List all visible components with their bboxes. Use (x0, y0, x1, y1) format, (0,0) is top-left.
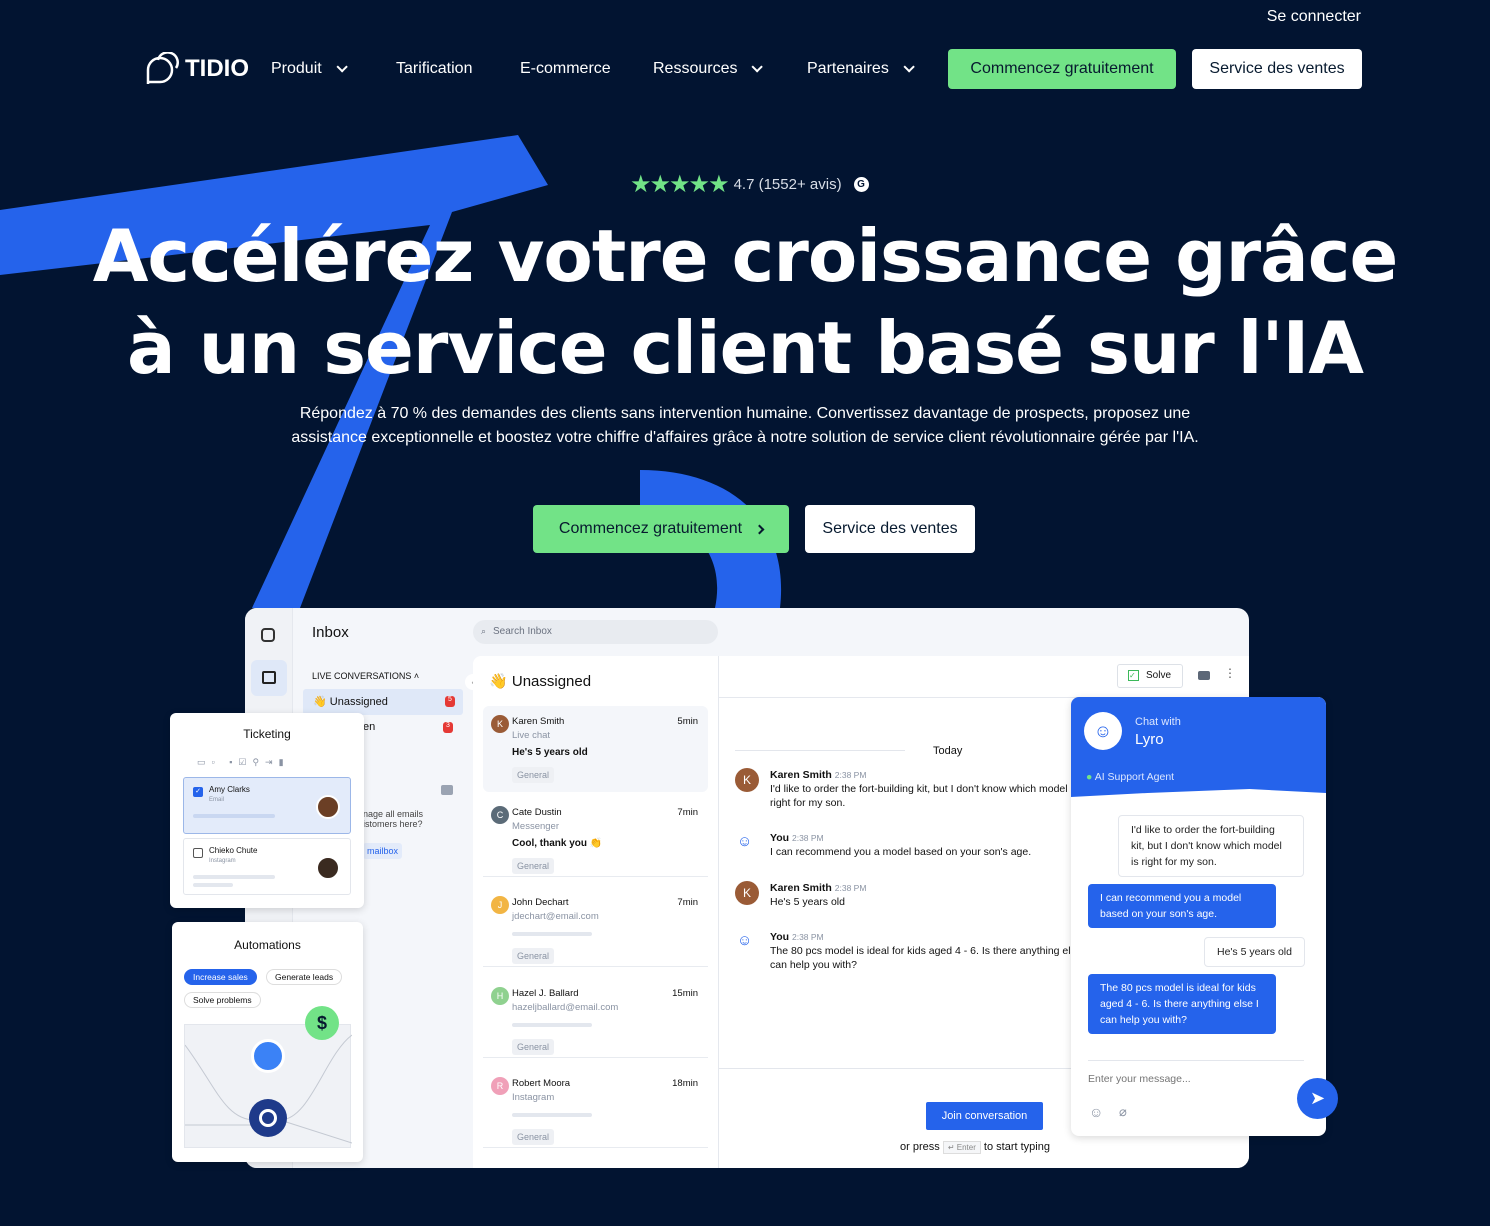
tag: General (512, 1129, 555, 1145)
folder-unassigned[interactable]: 👋 Unassigned 5 (303, 689, 463, 715)
count-badge: 3 (443, 722, 453, 733)
automation-flow (184, 1024, 352, 1148)
solve-button[interactable]: ✓ Solve (1117, 664, 1183, 688)
list-title: 👋 Unassigned (489, 673, 592, 690)
join-conversation-button[interactable]: Join conversation (926, 1102, 1043, 1130)
avatar: J (491, 896, 509, 914)
tidio-logo-icon (146, 52, 179, 84)
lyro-header: ☺ Chat with Lyro ● AI Support Agent (1071, 697, 1326, 797)
nav-ressources[interactable]: Ressources (653, 60, 764, 78)
tag: General (512, 948, 555, 964)
avatar (316, 795, 340, 819)
tag: General (512, 767, 555, 783)
lyro-node-icon (249, 1099, 287, 1137)
rating-text: 4.7 (1552+ avis) (733, 176, 842, 193)
add-mailbox-icon[interactable] (441, 785, 453, 795)
avatar: K (735, 881, 759, 905)
lyro-bot-icon: ☺ (1084, 712, 1122, 750)
avatar: R (491, 1077, 509, 1095)
chat-node-icon (251, 1039, 285, 1073)
conversation-item[interactable]: K Karen Smith 5min Live chat He's 5 year… (483, 706, 708, 792)
attachment-icon[interactable]: ⌀ (1119, 1104, 1127, 1120)
conversation-item[interactable]: R Robert Moora 18min Instagram General (483, 1068, 708, 1148)
conversation-item[interactable]: H Hazel J. Ballard 15min hazeljballard@e… (483, 978, 708, 1058)
chip-solve-problems[interactable]: Solve problems (184, 992, 261, 1008)
lyro-status: ● AI Support Agent (1086, 771, 1175, 783)
chip-increase-sales[interactable]: Increase sales (184, 969, 257, 985)
checkbox-checked[interactable]: ✓ (193, 787, 203, 797)
lyro-chat-widget: ☺ Chat with Lyro ● AI Support Agent I'd … (1071, 697, 1326, 1136)
inbox-icon[interactable] (251, 660, 287, 696)
chip-generate-leads[interactable]: Generate leads (266, 969, 343, 985)
lyro-msg-bot: I can recommend you a model based on you… (1088, 884, 1276, 928)
tag: General (512, 857, 555, 874)
ticket-toolbar[interactable]: ▭▫ ▪☑⚲⇥▮ (197, 757, 290, 768)
nav-tarification[interactable]: Tarification (396, 60, 472, 78)
rating: ★★★★★ 4.7 (1552+ avis) G (630, 170, 869, 199)
day-divider: Today (933, 745, 963, 757)
chevron-right-icon (754, 524, 765, 534)
ticketing-title: Ticketing (243, 727, 291, 741)
avatar: K (735, 768, 759, 792)
lyro-msg-bot: The 80 pcs model is ideal for kids aged … (1088, 974, 1276, 1034)
stars-icon: ★★★★★ (630, 171, 730, 198)
search-input[interactable]: ⌕ Search Inbox (473, 620, 718, 644)
folder-open[interactable]: en (363, 721, 375, 733)
ticketing-card: Ticketing ▭▫ ▪☑⚲⇥▮ ✓ Amy Clarks Email Ch… (170, 713, 364, 908)
automations-title: Automations (234, 938, 301, 952)
nav-sales-button[interactable]: Service des ventes (1192, 49, 1362, 89)
nav-ecommerce[interactable]: E-commerce (520, 60, 611, 78)
nav-partenaires[interactable]: Partenaires (807, 60, 915, 78)
avatar: H (491, 986, 509, 1005)
search-icon: ⌕ (481, 626, 487, 636)
avatar: C (491, 805, 509, 824)
check-icon: ✓ (1128, 670, 1139, 681)
hero-sales-button[interactable]: Service des ventes (805, 505, 975, 553)
conversation-item[interactable]: C Cate Dustin 7min Messenger Cool, thank… (483, 797, 708, 877)
count-badge: 5 (445, 696, 455, 707)
nav-start-free-button[interactable]: Commencez gratuitement (948, 49, 1176, 89)
tag: General (512, 1038, 555, 1055)
conversation-item[interactable]: J John Dechart 7min jdechart@email.com G… (483, 887, 708, 967)
login-link[interactable]: Se connecter (1267, 8, 1361, 26)
lyro-message-input[interactable] (1088, 1073, 1278, 1085)
nav-produit[interactable]: Produit (271, 60, 348, 78)
dollar-icon: $ (305, 1006, 339, 1040)
g2-icon: G (853, 177, 869, 192)
hero-title: Accélérez votre croissance grâce à un ser… (92, 214, 1399, 390)
automations-card: Automations Increase sales Generate lead… (172, 922, 363, 1162)
lyro-msg-user: I'd like to order the fort-building kit,… (1118, 815, 1304, 877)
lyro-msg-user: He's 5 years old (1204, 937, 1305, 967)
enter-key: ↵ Enter (942, 1141, 981, 1154)
section-live-conversations[interactable]: LIVE CONVERSATIONS ˄ (312, 671, 419, 681)
ticket-item[interactable]: ✓ Amy Clarks Email (183, 777, 351, 834)
more-options-icon[interactable]: ⋮ (1224, 666, 1236, 680)
checkbox[interactable] (193, 848, 203, 858)
bot-icon: ☺ (737, 932, 753, 949)
connect-mailbox-button[interactable]: mailbox (363, 843, 403, 859)
inbox-title: Inbox (312, 624, 349, 641)
emoji-icon[interactable]: ☺ (1089, 1104, 1103, 1120)
bot-icon: ☺ (737, 833, 753, 850)
shapes-icon[interactable] (261, 628, 275, 642)
avatar: K (491, 715, 509, 733)
empty-text: nage all emails istomers here? (363, 809, 424, 829)
hero-subtitle: Répondez à 70 % des demandes des clients… (291, 405, 1199, 446)
hero-start-free-button[interactable]: Commencez gratuitement (533, 505, 789, 553)
send-button[interactable]: ➤ (1297, 1078, 1338, 1119)
logo[interactable]: TIDIO (145, 52, 249, 86)
ticket-item[interactable]: Chieko Chute Instagram (183, 838, 351, 895)
press-enter-hint: or press ↵ Enter to start typing (900, 1141, 1050, 1154)
logo-text: TIDIO (185, 55, 249, 82)
ticket-icon[interactable] (1198, 671, 1210, 680)
avatar (316, 856, 340, 880)
